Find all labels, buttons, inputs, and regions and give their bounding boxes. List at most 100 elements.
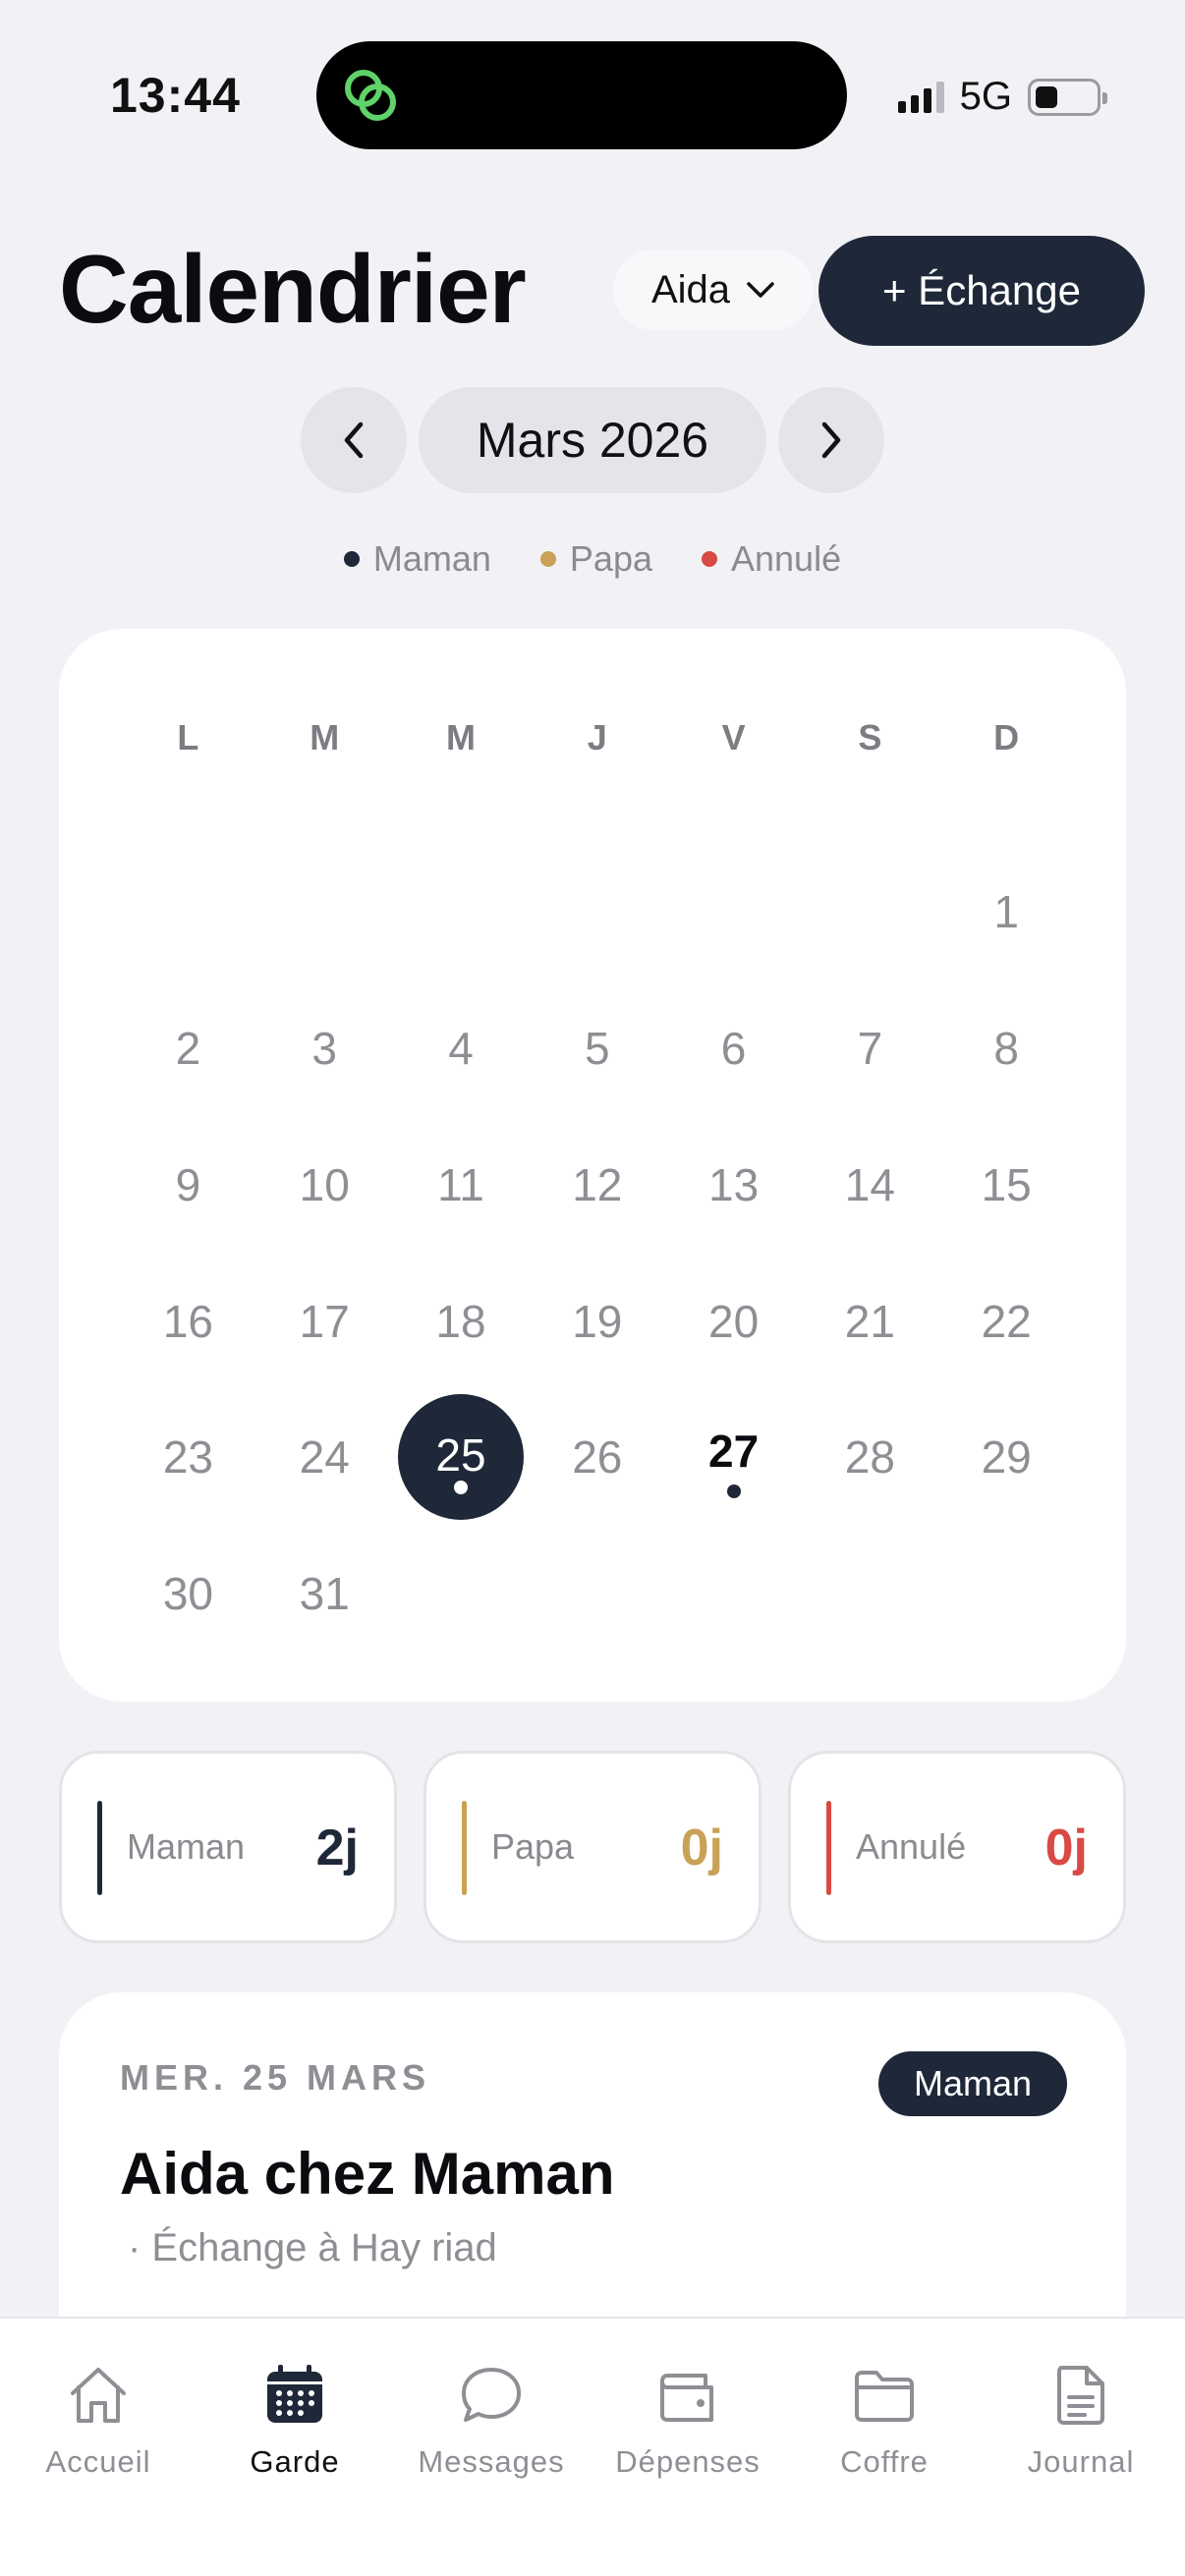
calendar-day-4[interactable]: 4 bbox=[393, 980, 530, 1117]
day-number: 11 bbox=[437, 1158, 484, 1210]
signal-icon bbox=[897, 81, 944, 113]
calendar-blank bbox=[393, 844, 530, 980]
calendar-day-30[interactable]: 30 bbox=[120, 1526, 256, 1662]
calendar-blank bbox=[802, 844, 938, 980]
tab-messages[interactable]: Messages bbox=[393, 2360, 590, 2480]
calendar-day-28[interactable]: 28 bbox=[802, 1389, 938, 1526]
calendar-day-13[interactable]: 13 bbox=[665, 1116, 802, 1253]
add-exchange-button[interactable]: + Échange bbox=[818, 236, 1145, 346]
weekday-header: M bbox=[310, 717, 340, 757]
calendar-day-14[interactable]: 14 bbox=[802, 1116, 938, 1253]
calendar-blank bbox=[529, 844, 665, 980]
calendar-day-8[interactable]: 8 bbox=[938, 980, 1075, 1117]
calendar-day-26[interactable]: 26 bbox=[529, 1389, 665, 1526]
event-dot bbox=[726, 1484, 741, 1498]
legend-dot bbox=[343, 551, 360, 567]
legend-label: Maman bbox=[372, 538, 491, 579]
calendar-day-12[interactable]: 12 bbox=[529, 1116, 665, 1253]
stat-count: 2j bbox=[315, 1820, 359, 1876]
legend-item-papa: Papa bbox=[539, 538, 652, 580]
calendar-blank bbox=[665, 844, 802, 980]
previous-month-button[interactable] bbox=[301, 387, 407, 493]
day-number: 22 bbox=[981, 1295, 1032, 1347]
calendar-day-31[interactable]: 31 bbox=[256, 1526, 393, 1662]
calendar-day-19[interactable]: 19 bbox=[529, 1253, 665, 1389]
calendar-day-16[interactable]: 16 bbox=[120, 1253, 256, 1389]
day-number: 28 bbox=[844, 1431, 895, 1484]
home-icon bbox=[71, 2368, 126, 2423]
stat-color-bar bbox=[462, 1801, 467, 1895]
calendar-day-15[interactable]: 15 bbox=[938, 1116, 1075, 1253]
tab-accueil[interactable]: Accueil bbox=[0, 2360, 197, 2480]
day-number: 12 bbox=[572, 1158, 623, 1210]
battery-icon bbox=[1028, 78, 1107, 116]
calendar-blank bbox=[120, 844, 256, 980]
stat-label: Papa bbox=[491, 1826, 575, 1867]
calendar-day-6[interactable]: 6 bbox=[665, 980, 802, 1117]
calendar-day-7[interactable]: 7 bbox=[802, 980, 938, 1117]
calendar-day-3[interactable]: 3 bbox=[256, 980, 393, 1117]
day-number: 20 bbox=[708, 1295, 760, 1347]
calendar-day-27[interactable]: 27 bbox=[665, 1389, 802, 1526]
calendar-day-23[interactable]: 23 bbox=[120, 1389, 256, 1526]
status-time: 13:44 bbox=[110, 68, 241, 123]
link-rings-icon bbox=[345, 70, 396, 121]
folder-icon bbox=[855, 2371, 914, 2422]
tab-garde[interactable]: Garde bbox=[197, 2360, 393, 2480]
calendar-day-5[interactable]: 5 bbox=[529, 980, 665, 1117]
day-number: 4 bbox=[448, 1022, 474, 1074]
calendar-day-18[interactable]: 18 bbox=[393, 1253, 530, 1389]
day-number: 27 bbox=[708, 1426, 760, 1478]
chevron-left-icon bbox=[344, 421, 364, 459]
legend-label: Papa bbox=[569, 538, 652, 579]
weekday-header: V bbox=[721, 717, 746, 757]
next-month-button[interactable] bbox=[778, 387, 884, 493]
stat-card-annule: Annulé 0j bbox=[788, 1751, 1126, 1943]
legend-item-annule: Annulé bbox=[702, 538, 841, 580]
calendar-day-24[interactable]: 24 bbox=[256, 1389, 393, 1526]
day-number: 26 bbox=[572, 1431, 623, 1484]
day-number: 21 bbox=[844, 1295, 895, 1347]
day-number: 16 bbox=[162, 1295, 213, 1347]
stat-card-papa: Papa 0j bbox=[423, 1751, 762, 1943]
calendar-day-1[interactable]: 1 bbox=[938, 844, 1075, 980]
calendar-day-25[interactable]: 25 bbox=[393, 1389, 530, 1526]
stat-label: Maman bbox=[127, 1826, 246, 1867]
calendar-blank bbox=[256, 844, 393, 980]
day-number: 9 bbox=[175, 1158, 201, 1210]
day-number: 13 bbox=[708, 1158, 760, 1210]
detail-subtitle: · Échange à Hay riad bbox=[128, 2226, 497, 2269]
calendar-day-2[interactable]: 2 bbox=[120, 980, 256, 1117]
app-screen: 13:44 5G Calendrier Aida + Échange Mars … bbox=[0, 0, 1185, 2576]
day-number: 17 bbox=[299, 1295, 350, 1347]
stat-color-bar bbox=[97, 1801, 102, 1895]
chevron-down-icon bbox=[747, 282, 774, 298]
calendar-icon bbox=[267, 2365, 322, 2423]
chat-bubble-icon bbox=[462, 2368, 521, 2422]
child-selector-label: Aida bbox=[650, 267, 731, 311]
day-number: 7 bbox=[857, 1022, 883, 1074]
day-number: 15 bbox=[981, 1158, 1032, 1210]
tab-journal[interactable]: Journal bbox=[983, 2360, 1179, 2480]
calendar-day-29[interactable]: 29 bbox=[938, 1389, 1075, 1526]
calendar-day-21[interactable]: 21 bbox=[802, 1253, 938, 1389]
calendar-day-10[interactable]: 10 bbox=[256, 1116, 393, 1253]
tab-label: Garde bbox=[250, 2444, 340, 2479]
weekday-header: M bbox=[445, 717, 476, 757]
calendar-day-22[interactable]: 22 bbox=[938, 1253, 1075, 1389]
tab-label: Coffre bbox=[840, 2444, 929, 2479]
calendar-day-17[interactable]: 17 bbox=[256, 1253, 393, 1389]
calendar-day-9[interactable]: 9 bbox=[120, 1116, 256, 1253]
tab-label: Dépenses bbox=[615, 2444, 761, 2479]
child-selector[interactable]: Aida bbox=[613, 250, 814, 330]
weekday-header: S bbox=[858, 717, 882, 757]
tab-label: Journal bbox=[1027, 2444, 1135, 2479]
day-number: 24 bbox=[299, 1431, 350, 1484]
tab-coffre[interactable]: Coffre bbox=[786, 2360, 983, 2480]
tab-depenses[interactable]: Dépenses bbox=[590, 2360, 786, 2480]
current-month-label[interactable]: Mars 2026 bbox=[419, 387, 766, 493]
legend-label: Annulé bbox=[731, 538, 842, 579]
calendar-day-11[interactable]: 11 bbox=[393, 1116, 530, 1253]
stat-label: Annulé bbox=[856, 1826, 967, 1867]
calendar-day-20[interactable]: 20 bbox=[665, 1253, 802, 1389]
